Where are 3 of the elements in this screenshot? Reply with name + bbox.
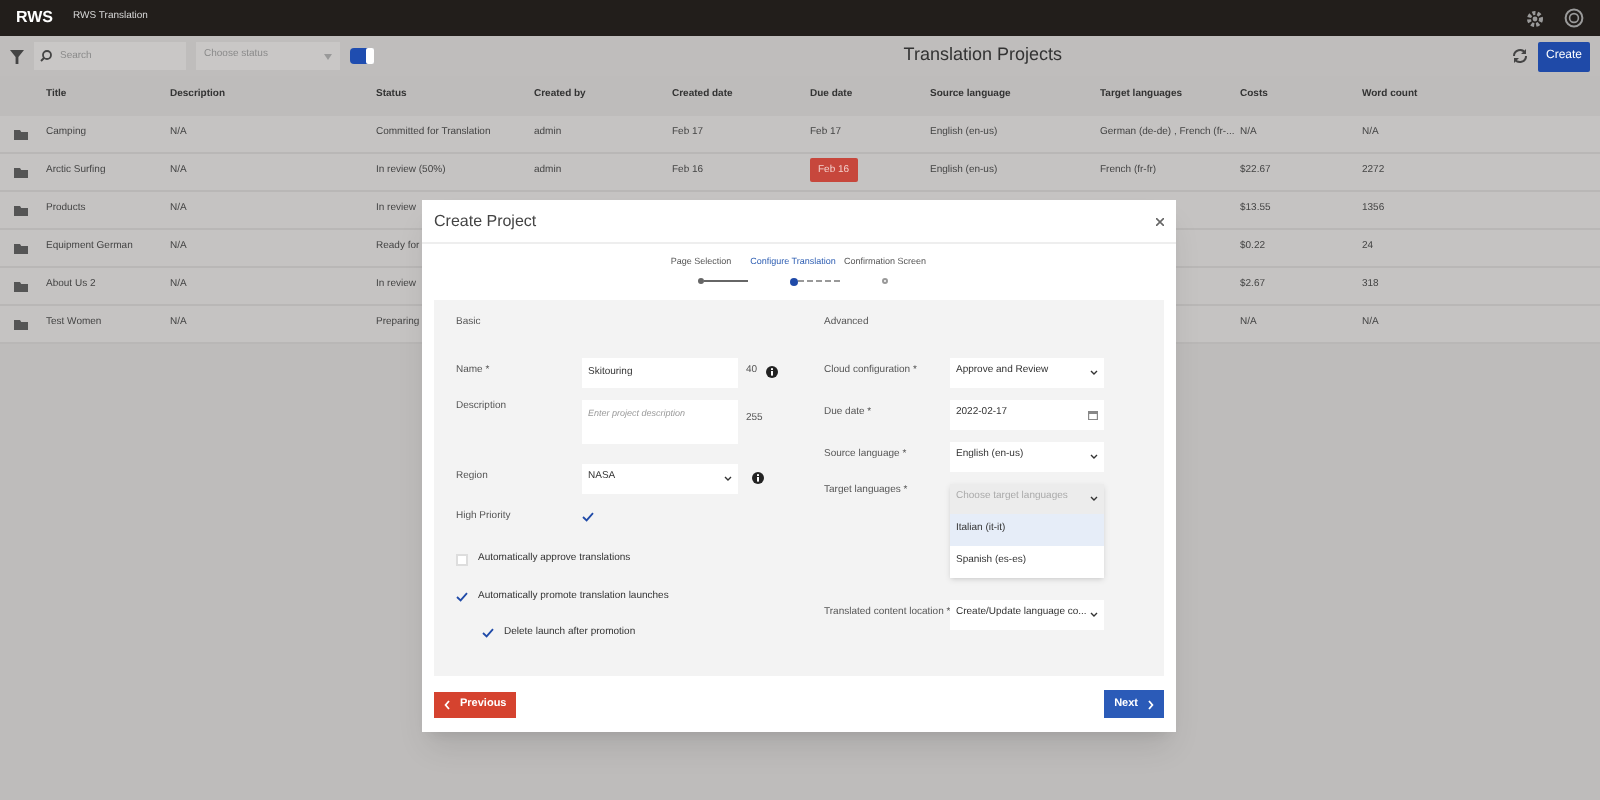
dialog-title: Create Project <box>434 209 537 233</box>
logo: RWS <box>16 6 54 30</box>
page-title: Translation Projects <box>903 42 1062 69</box>
